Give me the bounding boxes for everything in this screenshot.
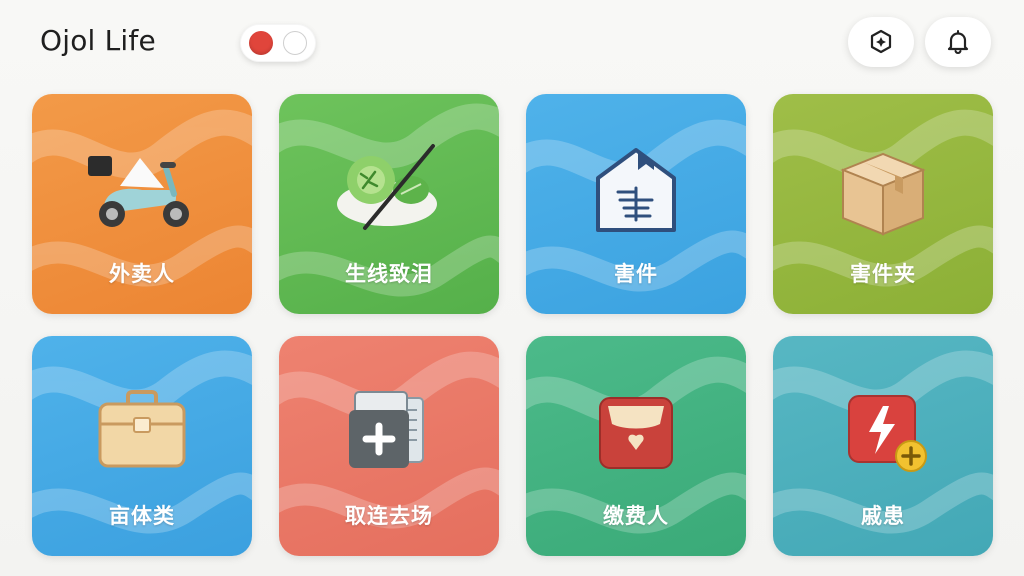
tile-label: 缴费人 bbox=[603, 504, 669, 528]
tile-food-delivery[interactable]: 外卖人 bbox=[32, 94, 252, 314]
scan-settings-icon bbox=[870, 29, 892, 54]
house-icon bbox=[576, 138, 696, 238]
wallet-icon bbox=[576, 380, 696, 480]
briefcase-icon bbox=[82, 380, 202, 480]
toggle-on-dot bbox=[249, 31, 273, 55]
tile-label: 生线致泪 bbox=[345, 262, 433, 286]
status-toggle[interactable] bbox=[240, 24, 316, 62]
flash-add-icon bbox=[823, 380, 943, 480]
vegetable-bowl-icon bbox=[329, 138, 449, 238]
tile-label: 害件 bbox=[614, 262, 658, 286]
tile-parcel-folder[interactable]: 害件夹 bbox=[773, 94, 993, 314]
tile-label: 亩体类 bbox=[109, 504, 175, 528]
app-root: Ojol Life 外卖人 生线致泪 害件 害件夹 亩体类 取连去场 缴费人 戚… bbox=[0, 0, 1024, 576]
tile-label: 戚患 bbox=[861, 504, 905, 528]
header: Ojol Life bbox=[0, 0, 1024, 88]
scooter-icon bbox=[82, 138, 202, 238]
tile-flash-service[interactable]: 戚患 bbox=[773, 336, 993, 556]
tile-label: 外卖人 bbox=[109, 262, 175, 286]
package-box-icon bbox=[823, 138, 943, 238]
tile-medical[interactable]: 取连去场 bbox=[279, 336, 499, 556]
toggle-off-dot bbox=[283, 31, 307, 55]
bell-icon bbox=[947, 30, 969, 55]
tile-payment[interactable]: 缴费人 bbox=[526, 336, 746, 556]
scan-button[interactable] bbox=[848, 17, 914, 67]
tile-label: 害件夹 bbox=[850, 262, 916, 286]
app-title: Ojol Life bbox=[40, 24, 156, 57]
tile-label: 取连去场 bbox=[345, 504, 433, 528]
tile-fresh-produce[interactable]: 生线致泪 bbox=[279, 94, 499, 314]
notification-button[interactable] bbox=[925, 17, 991, 67]
medical-kit-icon bbox=[329, 380, 449, 480]
tile-parcel[interactable]: 害件 bbox=[526, 94, 746, 314]
tile-briefcase[interactable]: 亩体类 bbox=[32, 336, 252, 556]
